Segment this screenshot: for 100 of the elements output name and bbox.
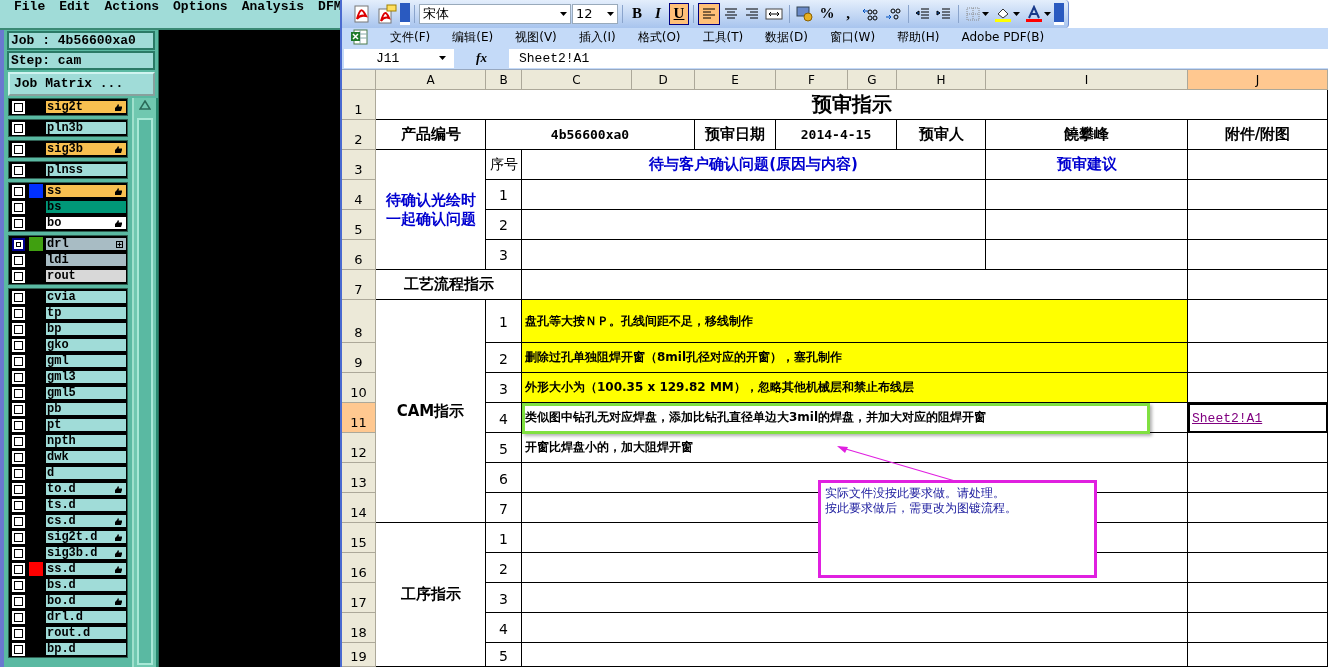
layer-toggle[interactable]: [12, 578, 25, 592]
layer-item[interactable]: drl.d: [45, 610, 128, 624]
layer-item[interactable]: rout.d: [45, 626, 128, 640]
menu-item[interactable]: Actions: [104, 0, 160, 14]
layer-item[interactable]: npth: [45, 434, 128, 448]
layer-toggle[interactable]: [12, 466, 25, 480]
row-header[interactable]: 11: [342, 403, 376, 433]
layer-item[interactable]: pln3b: [45, 121, 128, 135]
layer-toggle[interactable]: [12, 482, 25, 496]
layer-toggle[interactable]: [12, 338, 25, 352]
layer-item[interactable]: cvia: [45, 290, 128, 304]
format-button[interactable]: %: [817, 2, 837, 25]
menu-item[interactable]: 数据(D): [765, 28, 808, 46]
row-header[interactable]: 7: [342, 270, 376, 300]
row-header[interactable]: 6: [342, 240, 376, 270]
layer-item[interactable]: ldi: [45, 253, 128, 267]
row-header[interactable]: 3: [342, 150, 376, 180]
empty-cell[interactable]: [1188, 150, 1328, 180]
row-header[interactable]: 1: [342, 90, 376, 120]
column-header[interactable]: I: [986, 70, 1188, 90]
layer-item[interactable]: gko: [45, 338, 128, 352]
empty-cell[interactable]: [522, 240, 986, 270]
layer-item[interactable]: sig3b: [45, 142, 128, 156]
layer-item[interactable]: gml3: [45, 370, 128, 384]
empty-cell[interactable]: [1188, 583, 1328, 613]
menu-item[interactable]: 编辑(E): [452, 28, 494, 46]
empty-cell[interactable]: [1188, 270, 1328, 300]
layer-toggle[interactable]: [12, 121, 25, 135]
row-header[interactable]: 4: [342, 180, 376, 210]
empty-cell[interactable]: [1188, 463, 1328, 493]
scroll-up-icon[interactable]: [139, 100, 152, 110]
layer-item[interactable]: bo.d: [45, 594, 128, 608]
column-header[interactable]: J: [1188, 70, 1328, 90]
empty-cell[interactable]: [522, 613, 1188, 643]
layer-item[interactable]: to.d: [45, 482, 128, 496]
row-header[interactable]: 10: [342, 373, 376, 403]
layer-toggle[interactable]: [12, 216, 25, 230]
layer-item[interactable]: drl: [45, 237, 128, 251]
layer-toggle[interactable]: [12, 402, 25, 416]
column-header[interactable]: E: [695, 70, 776, 90]
layer-toggle[interactable]: [12, 184, 25, 198]
pdf-comment-button[interactable]: [375, 2, 399, 25]
row-header[interactable]: 8: [342, 300, 376, 343]
layer-toggle[interactable]: [12, 290, 25, 304]
row-header[interactable]: 2: [342, 120, 376, 150]
format-button[interactable]: ,: [838, 2, 858, 25]
layer-item[interactable]: sig2t.d: [45, 530, 128, 544]
empty-cell[interactable]: [1188, 523, 1328, 553]
empty-cell[interactable]: [522, 583, 1188, 613]
row-header[interactable]: 19: [342, 643, 376, 667]
layer-toggle[interactable]: [12, 200, 25, 214]
column-header[interactable]: D: [632, 70, 695, 90]
empty-cell[interactable]: [522, 180, 986, 210]
layer-toggle[interactable]: [12, 594, 25, 608]
empty-cell[interactable]: [1188, 553, 1328, 583]
empty-cell[interactable]: [1188, 210, 1328, 240]
layer-toggle[interactable]: [12, 253, 25, 267]
function-label[interactable]: fx: [454, 50, 509, 67]
font-size-field[interactable]: 12: [572, 3, 618, 24]
row-header[interactable]: 14: [342, 493, 376, 523]
layer-toggle[interactable]: [12, 163, 25, 177]
layer-toggle[interactable]: [12, 434, 25, 448]
row-header[interactable]: 18: [342, 613, 376, 643]
layer-item[interactable]: cs.d: [45, 514, 128, 528]
row-header[interactable]: 12: [342, 433, 376, 463]
layer-toggle[interactable]: [12, 610, 25, 624]
layer-item[interactable]: ss.d: [45, 562, 128, 576]
layer-item[interactable]: rout: [45, 269, 128, 283]
column-header[interactable]: B: [486, 70, 522, 90]
column-header[interactable]: A: [376, 70, 486, 90]
column-header[interactable]: H: [897, 70, 986, 90]
layer-toggle[interactable]: [12, 514, 25, 528]
empty-cell[interactable]: [522, 210, 986, 240]
row-header[interactable]: 9: [342, 343, 376, 373]
formula-field[interactable]: Sheet2!A1: [509, 48, 1328, 68]
row-header[interactable]: 17: [342, 583, 376, 613]
layer-toggle[interactable]: [12, 626, 25, 640]
row-header[interactable]: 16: [342, 553, 376, 583]
menu-item[interactable]: 工具(T): [702, 28, 744, 46]
align-left-button[interactable]: [698, 2, 720, 25]
layer-toggle[interactable]: [12, 237, 25, 251]
layer-item[interactable]: gml5: [45, 386, 128, 400]
layer-item[interactable]: pt: [45, 418, 128, 432]
layer-toggle[interactable]: [12, 370, 25, 384]
format-button[interactable]: B: [627, 2, 647, 25]
name-box[interactable]: J11: [344, 48, 454, 68]
layer-toggle[interactable]: [12, 269, 25, 283]
layer-item[interactable]: gml: [45, 354, 128, 368]
empty-cell[interactable]: [986, 180, 1188, 210]
menu-item[interactable]: 窗口(W): [829, 28, 876, 46]
layer-toggle[interactable]: [12, 642, 25, 656]
spreadsheet-icon[interactable]: [350, 29, 368, 46]
layer-toggle[interactable]: [12, 354, 25, 368]
layer-toggle[interactable]: [12, 306, 25, 320]
column-header[interactable]: F: [776, 70, 848, 90]
empty-cell[interactable]: [1188, 433, 1328, 463]
layer-item[interactable]: sig3b.d: [45, 546, 128, 560]
layer-toggle[interactable]: [12, 142, 25, 156]
empty-cell[interactable]: [1188, 493, 1328, 523]
menu-item[interactable]: 帮助(H): [897, 28, 940, 46]
